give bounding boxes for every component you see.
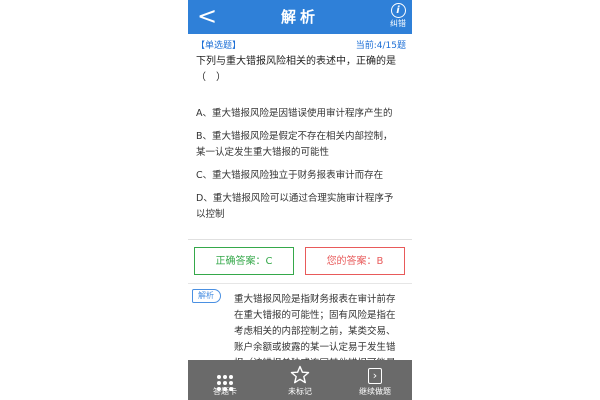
continue-button[interactable]: › 继续做题 [338, 360, 412, 400]
next-icon: › [338, 364, 412, 386]
page-title: 解析 [280, 8, 319, 26]
correct-answer-box: 正确答案：C [194, 247, 294, 275]
divider [188, 283, 412, 284]
grid-icon [188, 364, 262, 391]
your-answer-box: 您的答案：B [305, 247, 405, 275]
info-icon: i [390, 3, 406, 18]
mark-label: 未标记 [288, 387, 312, 396]
option-b[interactable]: B、重大错报风险是假定不存在相关内部控制，某一认定发生重大错报的可能性 [196, 129, 402, 161]
mark-button[interactable]: 未标记 [263, 360, 337, 400]
divider [188, 239, 412, 240]
question-type: 【单选题】 [196, 41, 242, 51]
analysis-text: 重大错报风险是指财务报表在审计前存在重大错报的可能性；固有风险是指在考虑相关的内… [234, 294, 396, 360]
report-error-button[interactable]: i 纠错 [386, 2, 410, 32]
bottom-bar: 答题卡 未标记 › 继续做题 [188, 360, 412, 400]
option-a[interactable]: A、重大错报风险是因错误使用审计程序产生的 [196, 106, 402, 122]
question-progress: 当前:4/15题 [355, 41, 406, 51]
question-text: 下列与重大错报风险相关的表述中，正确的是（ ） [196, 56, 396, 83]
continue-label: 继续做题 [359, 387, 391, 396]
answer-card-button[interactable]: 答题卡 [188, 360, 262, 400]
phone-screen: < 解析 i 纠错 【单选题】 当前:4/15题 下列与重大错报风险相关的表述中… [188, 0, 412, 400]
top-bar: < 解析 i 纠错 [188, 0, 412, 34]
answer-card-label: 答题卡 [213, 387, 237, 396]
options-list: A、重大错报风险是因错误使用审计程序产生的 B、重大错报风险是假定不存在相关内部… [196, 106, 402, 230]
star-icon [263, 364, 337, 386]
analysis-tag: 解析 [192, 289, 221, 303]
report-error-label: 纠错 [390, 19, 406, 28]
option-d[interactable]: D、重大错报风险可以通过合理实施审计程序予以控制 [196, 191, 402, 223]
option-c[interactable]: C、重大错报风险独立于财务报表审计而存在 [196, 168, 402, 184]
